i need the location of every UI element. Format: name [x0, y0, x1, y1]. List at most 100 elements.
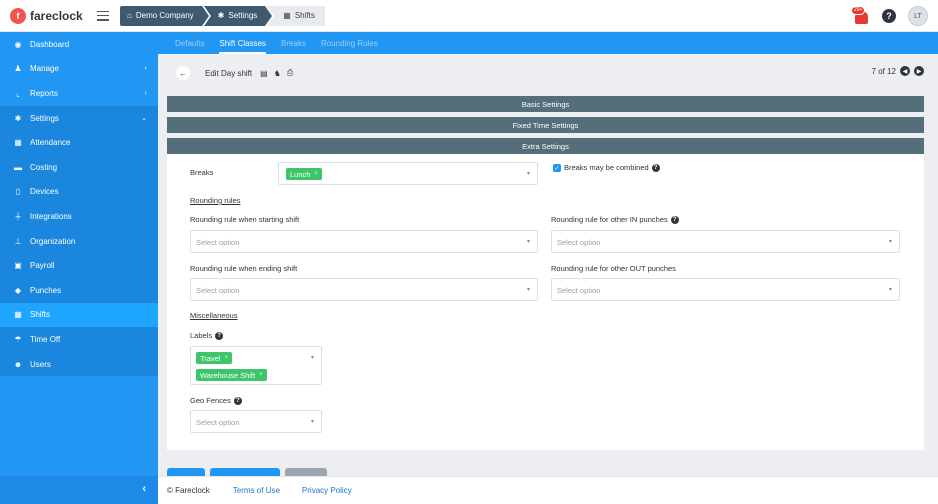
label-chip-travel[interactable]: Travel ×	[196, 352, 233, 364]
help-icon[interactable]: ?	[670, 216, 679, 225]
sidebar-item-label: Punches	[30, 285, 62, 295]
sidebar-item-label: Payroll	[30, 261, 55, 271]
sidebar-item-label: Settings	[30, 113, 59, 123]
id-card-icon[interactable]: ▤	[260, 69, 268, 78]
tab-shift-classes[interactable]: Shift Classes	[219, 32, 266, 54]
labels-select[interactable]: Travel × Warehouse Shift × ▾	[190, 346, 322, 385]
notifications-bell-icon[interactable]: 29+	[851, 6, 870, 24]
tab-breaks[interactable]: Breaks	[281, 32, 306, 54]
breaks-chip[interactable]: Lunch ×	[286, 168, 322, 180]
sidebar-item-devices[interactable]: ▯ Devices	[0, 179, 158, 205]
breadcrumb-label: Demo Company	[135, 11, 194, 20]
copyright: © Fareclock	[167, 486, 210, 495]
run-icon[interactable]: ♞	[274, 69, 281, 78]
money-icon: ▣	[14, 261, 22, 271]
rounding-other-out-label: Rounding rule for other OUT punches	[551, 264, 676, 273]
sidebar-item-attendance[interactable]: ▦ Attendance	[0, 130, 158, 155]
sidebar-item-manage[interactable]: ♟ Manage ‹	[0, 57, 158, 82]
privacy-link[interactable]: Privacy Policy	[302, 486, 352, 495]
rounding-end-label: Rounding rule when ending shift	[190, 264, 298, 273]
app-name: fareclock	[30, 8, 83, 23]
tablet-icon: ▯	[15, 187, 21, 197]
terms-link[interactable]: Terms of Use	[233, 486, 280, 495]
sidebar-item-settings[interactable]: ✱ Settings ⌄	[0, 105, 158, 131]
rounding-end-select[interactable]: Select option ▾	[190, 278, 538, 301]
rounding-other-in-label: Rounding rule for other IN punches?	[551, 215, 679, 225]
section-fixed-time-settings[interactable]: Fixed Time Settings	[167, 117, 924, 133]
collapse-sidebar-icon[interactable]: ‹	[142, 483, 146, 495]
breaks-combined-checkbox[interactable]: ✓	[553, 164, 561, 172]
chart-icon: ⌞	[16, 88, 20, 98]
select-placeholder: Select option	[196, 238, 240, 247]
chevron-down-icon: ▾	[310, 419, 314, 425]
tab-defaults[interactable]: Defaults	[175, 32, 204, 54]
help-icon[interactable]: ?	[215, 332, 224, 341]
plug-icon: ⏚	[14, 211, 22, 221]
sidebar-item-dashboard[interactable]: ◉ Dashboard	[0, 32, 158, 57]
breaks-select[interactable]: Lunch × ▾	[278, 162, 538, 185]
sidebar-item-label: Costing	[30, 162, 58, 172]
save-button[interactable]	[167, 468, 205, 476]
remove-chip-icon[interactable]: ×	[259, 372, 263, 378]
pager-text: 7 of 12	[871, 66, 896, 76]
top-bar: f fareclock ⌂ Demo Company ✱ Settings ▦ …	[0, 0, 938, 32]
chevron-left-icon: ‹	[144, 65, 147, 73]
chevron-down-icon: ▾	[310, 355, 314, 361]
remove-chip-icon[interactable]: ×	[314, 171, 318, 177]
tab-rounding-rules[interactable]: Rounding Rules	[321, 32, 378, 54]
sidebar-item-label: Dashboard	[30, 39, 70, 49]
settings-tabs: Defaults Shift Classes Breaks Rounding R…	[158, 32, 938, 54]
breadcrumb-company[interactable]: ⌂ Demo Company	[120, 5, 209, 26]
rounding-start-label: Rounding rule when starting shift	[190, 215, 300, 224]
edit-toolbar: ← Edit Day shift ▤ ♞ ⎙ 7 of 12 ◀ ▶	[168, 62, 928, 84]
logo[interactable]: f fareclock	[10, 7, 90, 24]
menu-icon[interactable]	[97, 10, 109, 21]
help-icon[interactable]: ?	[882, 9, 896, 23]
miscellaneous-heading: Miscellaneous	[190, 311, 238, 320]
select-placeholder: Select option	[196, 286, 240, 295]
remove-chip-icon[interactable]: ×	[225, 355, 229, 361]
section-basic-settings[interactable]: Basic Settings	[167, 96, 924, 112]
sidebar-item-reports[interactable]: ⌞ Reports ‹	[0, 81, 158, 106]
folder-icon: ▬	[14, 162, 22, 172]
previous-icon[interactable]: ◀	[900, 66, 910, 76]
chevron-down-icon: ▾	[888, 287, 892, 293]
breaks-combined-label: Breaks may be combined?	[564, 163, 660, 173]
print-icon[interactable]: ⎙	[287, 68, 293, 78]
sidebar-item-time-off[interactable]: ☂ Time Off	[0, 327, 158, 352]
section-extra-settings[interactable]: Extra Settings	[167, 138, 924, 154]
sidebar-item-organization[interactable]: ⊥ Organization	[0, 228, 158, 254]
sidebar-item-users[interactable]: ☻ Users	[0, 351, 158, 377]
sidebar-item-punches[interactable]: ◆ Punches	[0, 277, 158, 303]
sidebar-item-label: Reports	[30, 88, 59, 98]
rounding-other-out-select[interactable]: Select option ▾	[551, 278, 900, 301]
next-icon[interactable]: ▶	[914, 66, 924, 76]
help-icon[interactable]: ?	[233, 397, 242, 406]
rounding-start-select[interactable]: Select option ▾	[190, 230, 538, 253]
sidebar-footer: ‹	[0, 476, 158, 504]
labels-text: Labels	[190, 331, 213, 340]
breadcrumb-shifts[interactable]: ▦ Shifts	[267, 5, 325, 26]
extra-settings-panel: Breaks Lunch × ▾ ✓ Breaks may be combined…	[167, 154, 924, 450]
chevron-down-icon: ▾	[526, 239, 530, 245]
sitemap-icon: ⊥	[14, 236, 22, 246]
geo-fences-select[interactable]: Select option ▾	[190, 410, 322, 433]
cancel-button[interactable]	[285, 468, 327, 476]
back-arrow-icon[interactable]: ←	[176, 66, 190, 80]
label-chip-warehouse-shift[interactable]: Warehouse Shift ×	[196, 369, 267, 381]
sidebar-item-label: Users	[30, 359, 51, 369]
rounding-other-in-text: Rounding rule for other IN punches	[551, 215, 668, 224]
save-and-next-button[interactable]	[210, 468, 280, 476]
home-icon: ⌂	[127, 11, 132, 20]
help-icon[interactable]: ?	[651, 164, 660, 173]
beach-icon: ☂	[14, 334, 22, 344]
sidebar-item-integrations[interactable]: ⏚ Integrations	[0, 204, 158, 229]
sidebar-item-label: Devices	[30, 187, 59, 197]
sidebar-item-costing[interactable]: ▬ Costing	[0, 154, 158, 180]
sidebar-item-shifts[interactable]: ▦ Shifts	[0, 302, 158, 328]
rounding-other-in-select[interactable]: Select option ▾	[551, 230, 900, 253]
avatar[interactable]: LT	[908, 6, 928, 26]
breaks-combined-text: Breaks may be combined	[564, 163, 649, 172]
breadcrumb-settings[interactable]: ✱ Settings	[203, 5, 272, 26]
sidebar-item-payroll[interactable]: ▣ Payroll	[0, 253, 158, 278]
